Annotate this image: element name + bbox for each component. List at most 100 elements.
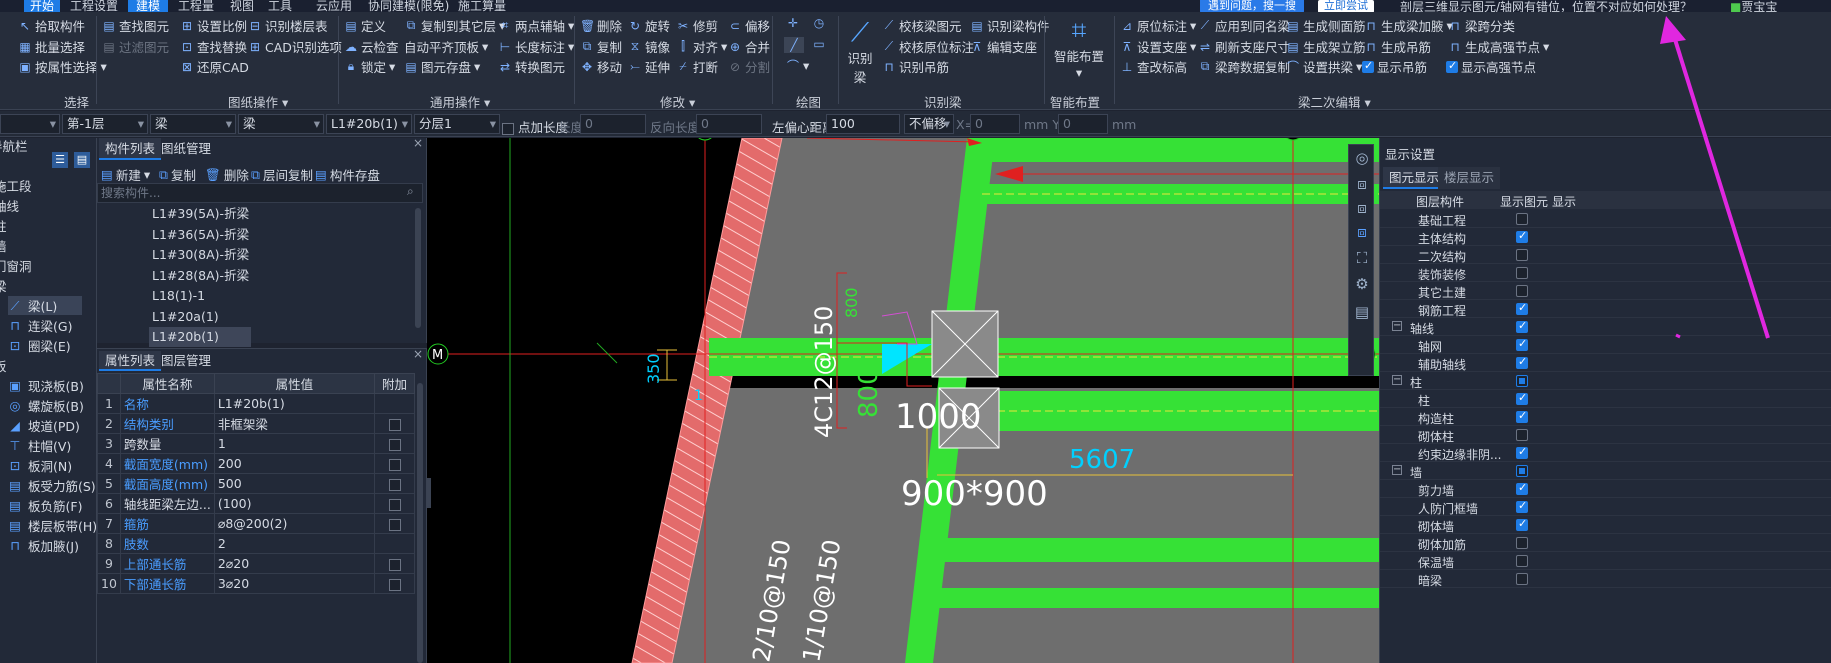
component-list-item[interactable]: L1#39(5A)-折梁 xyxy=(149,204,252,224)
table-row[interactable]: 1 名称 L1#20b(1) xyxy=(97,393,415,414)
show-element-checkbox[interactable] xyxy=(1516,319,1528,333)
component-list-item[interactable]: L1#20b(1) xyxy=(149,327,251,347)
check-beam-button[interactable]: ⟋ 校核梁图元 xyxy=(882,16,962,35)
circle-tool[interactable]: ◷ xyxy=(812,16,826,30)
fit-view-icon[interactable]: ⛶ xyxy=(1353,249,1371,267)
edit-support-button[interactable]: ⊼ 编辑支座 xyxy=(970,37,1037,56)
show-element-checkbox[interactable] xyxy=(1516,391,1528,405)
sidebar-item[interactable]: ⊡ 圈梁(E) xyxy=(8,336,71,355)
layer-row[interactable]: − 轴线 xyxy=(1380,318,1831,336)
move-button[interactable]: ✥ 移动 xyxy=(580,57,622,76)
new-button[interactable]: ▤ 新建 ▾ xyxy=(101,165,150,184)
type-select[interactable]: 梁 xyxy=(150,114,236,134)
auto-align-button[interactable]: 自动平齐顶板 ▾ xyxy=(404,37,488,56)
list-view-icon[interactable]: ☰ xyxy=(52,152,68,168)
define-button[interactable]: ▤ 定义 xyxy=(344,16,386,35)
layer-row[interactable]: 辅助轴线 xyxy=(1380,354,1831,372)
card-view-icon[interactable]: ▤ xyxy=(74,152,90,168)
layer-row[interactable]: 构造柱 xyxy=(1380,408,1831,426)
set-support-button[interactable]: ⊼ 设置支座 ▾ xyxy=(1120,37,1197,56)
layer-row[interactable]: 轴网 xyxy=(1380,336,1831,354)
cad-options-button[interactable]: ⊞ CAD识别选项 xyxy=(248,37,342,56)
component-list-item[interactable]: L18(1)-1 xyxy=(149,286,208,306)
sidebar-item[interactable]: 梁 xyxy=(0,276,7,295)
checkbox-icon[interactable] xyxy=(388,458,401,471)
show-element-checkbox[interactable] xyxy=(1516,337,1528,351)
layer-row[interactable]: 人防门框墙 xyxy=(1380,498,1831,516)
show-element-checkbox[interactable] xyxy=(1516,429,1528,441)
two-point-axis-button[interactable]: ⌗ 两点辅轴 ▾ xyxy=(498,16,575,35)
user-name[interactable]: ■贾宝宝 xyxy=(1730,0,1777,12)
table-row[interactable]: 2 结构类别 非框架梁 xyxy=(97,413,415,434)
lock-button[interactable]: 🔒︎ 锁定 ▾ xyxy=(344,57,396,76)
length-input[interactable]: 0 xyxy=(580,114,646,134)
tab-floor-display[interactable]: 楼层显示 xyxy=(1438,167,1501,189)
filter-element-button[interactable]: ▤ 过滤图元 xyxy=(102,37,169,56)
refresh-support-button[interactable]: ⇌ 刷新支座尺寸 xyxy=(1198,37,1290,56)
show-element-checkbox[interactable] xyxy=(1516,537,1528,549)
restore-cad-button[interactable]: ⊠ 还原CAD xyxy=(180,57,249,76)
show-element-checkbox[interactable] xyxy=(1516,229,1528,243)
sidebar-item[interactable]: 轴线 xyxy=(0,196,19,215)
collapse-icon[interactable]: − xyxy=(1392,465,1402,475)
layer-row[interactable]: 保温墙 xyxy=(1380,552,1831,570)
prop-value[interactable]: 2⌀20 xyxy=(213,553,376,574)
comp-storage-button[interactable]: ▤ 构件存盘 xyxy=(315,165,380,184)
rotate-button[interactable]: ↻ 旋转 xyxy=(628,16,670,35)
settings-view-icon[interactable]: ⚙ xyxy=(1353,275,1371,293)
show-element-checkbox[interactable] xyxy=(1516,573,1528,585)
menu-construction[interactable]: 施工算量 xyxy=(458,0,506,12)
close-icon[interactable]: × xyxy=(413,136,423,150)
length-dim-button[interactable]: ⊢ 长度标注 ▾ xyxy=(498,37,575,56)
component-search-input[interactable]: 搜索构件... xyxy=(97,183,423,203)
canvas-left-handle[interactable] xyxy=(427,478,431,508)
checkbox-icon[interactable] xyxy=(388,478,401,491)
delete-button[interactable]: 🗑︎ 删除 xyxy=(580,16,622,35)
layer-row[interactable]: 约束边缘非阴... xyxy=(1380,444,1831,462)
convert-element-button[interactable]: ⇄ 转换图元 xyxy=(498,57,565,76)
component-list-item[interactable]: L1#30(8A)-折梁 xyxy=(149,245,252,265)
list-scrollbar[interactable] xyxy=(415,208,421,328)
arc-tool[interactable]: ⌒ ▾ xyxy=(786,57,809,74)
smart-layout-button[interactable]: ⌗ 智能布置 ▾ xyxy=(1052,16,1106,80)
show-element-checkbox[interactable] xyxy=(1516,213,1528,225)
tab-layer-manage[interactable]: 图层管理 xyxy=(155,351,217,371)
element-storage-button[interactable]: ▤ 图元存盘 ▾ xyxy=(404,57,480,76)
help-hint[interactable]: 剖层三维显示图元/轴网有错位，位置不对应如何处理？ xyxy=(1400,0,1692,12)
prop-value[interactable]: 200 xyxy=(213,453,376,474)
gen-haunch-button[interactable]: ⊓ 生成梁加腋 ▾ xyxy=(1364,16,1452,35)
checkbox-icon[interactable] xyxy=(388,578,401,591)
sidebar-item[interactable]: ⊓ 板加腋(J) xyxy=(8,536,79,555)
prop-value[interactable]: 500 xyxy=(213,473,376,494)
set-scale-button[interactable]: ⊞ 设置比例 xyxy=(180,16,247,35)
cube-3d-icon[interactable]: ⧈ xyxy=(1353,223,1371,241)
menu-view[interactable]: 视图 xyxy=(230,0,254,12)
tab-property-list[interactable]: 属性列表 xyxy=(99,351,162,371)
extend-button[interactable]: ⤚ 延伸 xyxy=(628,57,670,76)
sidebar-item[interactable]: 板 xyxy=(0,356,7,375)
select-by-attr-button[interactable]: ▣ 按属性选择 ▾ xyxy=(18,57,106,76)
layer-row[interactable]: 二次结构 xyxy=(1380,246,1831,264)
table-row[interactable]: 6 轴线距梁左边... (100) xyxy=(97,493,415,514)
layer-row[interactable]: − 柱 xyxy=(1380,372,1831,390)
sidebar-item[interactable]: ▣ 现浇板(B) xyxy=(8,376,84,395)
copy-button[interactable]: ⧉ 复制 xyxy=(580,37,622,56)
gen-stirrup-button[interactable]: ▤ 生成架立筋 xyxy=(1286,37,1365,56)
show-element-checkbox[interactable] xyxy=(1516,517,1528,531)
cloud-check-button[interactable]: ☁ 云检查 xyxy=(344,37,399,56)
gen-high-node-button[interactable]: ⊓ 生成高强节点 ▾ xyxy=(1448,37,1549,56)
layer-row[interactable]: 砌体加筋 xyxy=(1380,534,1831,552)
tab-drawing-manage[interactable]: 图纸管理 xyxy=(155,138,217,160)
table-row[interactable]: 10 下部通长筋 3⌀20 xyxy=(97,573,415,594)
merge-button[interactable]: ⊕ 合并 xyxy=(728,37,770,56)
menu-collab[interactable]: 协同建模(限免) xyxy=(368,0,449,12)
layer-select[interactable]: 分层1 xyxy=(414,114,500,134)
menu-start[interactable]: 开始 xyxy=(24,0,61,12)
layer-row[interactable]: 基础工程 xyxy=(1380,210,1831,228)
checkbox-icon[interactable] xyxy=(388,418,401,431)
tab-component-list[interactable]: 构件列表 xyxy=(99,138,162,160)
x-input[interactable]: 0 xyxy=(970,114,1020,134)
layer-row[interactable]: − 墙 xyxy=(1380,462,1831,480)
prop-value[interactable]: (100) xyxy=(213,493,376,514)
menu-tools[interactable]: 工具 xyxy=(268,0,292,12)
